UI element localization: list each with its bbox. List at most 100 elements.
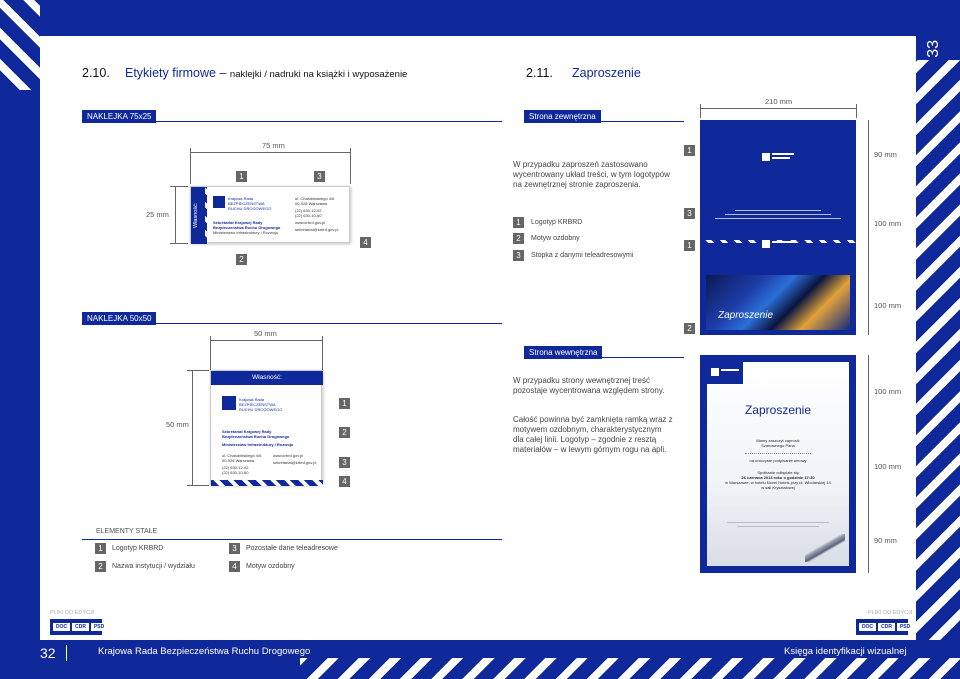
marker-3: 3 [684, 208, 695, 219]
rsvp-line [727, 522, 829, 523]
guest-line [745, 453, 811, 454]
sticker2-address: ul. Chałubińskiego 4/6 00-928 Warszawa (… [222, 453, 261, 475]
top-frame [0, 0, 960, 36]
pen-image [805, 534, 845, 562]
sticker1-contacts: ul. Chałubińskiego 4/6 00-928 Warszawa (… [295, 196, 338, 232]
legend-item: Logotyp KRBRD [531, 219, 583, 226]
dim-tick [322, 336, 323, 370]
outer-line [524, 121, 684, 122]
legend-num: 4 [229, 561, 240, 572]
inner-occasion: na uroczyste podpisanie umowy [749, 458, 807, 463]
psd-file-button[interactable]: PSD [896, 623, 914, 631]
sticker2-height-dim: 50 mm [166, 420, 189, 429]
legend-item: Motyw ozdobny [531, 235, 580, 242]
dim-tick [187, 485, 209, 486]
cdr-file-button[interactable]: CDR [72, 623, 89, 631]
legend-item: Pozostałe dane teleadresowe [246, 545, 338, 552]
address-line: 00-928 Warszawa [295, 201, 328, 206]
marker-1: 1 [339, 398, 350, 409]
legend-num: 2 [95, 561, 106, 572]
inner-title: Zaproszenie [744, 403, 812, 417]
krbrd-logo-icon [213, 196, 225, 208]
section-subtitle-left: naklejki / nadruki na książki i wyposaże… [229, 69, 408, 80]
legend-num: 1 [95, 543, 106, 554]
section-number-left: 2.10. [82, 66, 110, 80]
invitation-width-dim: 210 mm [765, 97, 793, 106]
footer-line [715, 218, 841, 219]
invitation-width-line [700, 108, 856, 109]
sticker2-ornament [211, 480, 323, 486]
sticker2-web: www.krbrd.gov.pl sekretariat@krbrd.gov.p… [273, 453, 316, 465]
sticker1-width-line [190, 152, 350, 153]
sticker-75x25: Własność: Krajowa Rada BEZPIECZEŃSTWA RU… [190, 186, 350, 244]
logo-text-mark [772, 153, 794, 155]
marker-1: 1 [684, 240, 695, 251]
www-line: www.krbrd.gov.pl [273, 453, 304, 458]
email-line: sekretariat@krbrd.gov.pl [273, 460, 317, 465]
marker-4: 4 [339, 476, 350, 487]
legend-item: Nazwa instytucji / wydziału [112, 563, 195, 570]
page-number-left: 32 [40, 645, 56, 661]
marker-1: 1 [684, 145, 695, 156]
legend-num: 3 [513, 250, 524, 261]
krbrd-logo-icon [711, 368, 719, 376]
footer-line [725, 214, 831, 215]
dim-tick [187, 370, 209, 371]
legend-title: ELEMENTY STAŁE [96, 528, 158, 535]
sticker2-unit: Sekretariat Krajowej Rady Bezpieczeństwa… [222, 429, 293, 447]
outer-height-line [868, 120, 869, 335]
outer-footer-mark [715, 200, 841, 222]
footer-line [735, 210, 821, 211]
logo-text-mark [772, 241, 794, 243]
org-line: RUCHU DROGOWEGO [239, 407, 283, 412]
legend-num: 3 [229, 543, 240, 554]
logo-text-mark [772, 157, 790, 159]
legend-item: Stopka z danymi teleadresowymi [531, 252, 634, 259]
cdr-file-button[interactable]: CDR [878, 623, 895, 631]
org-line: RUCHU DROGOWEGO [228, 206, 272, 211]
psd-file-button[interactable]: PSD [90, 623, 108, 631]
inner-line [524, 357, 684, 358]
doc-file-button[interactable]: DOC [859, 623, 877, 631]
sticker2-title: Własność: [252, 374, 282, 381]
legend-item: Motyw ozdobny [246, 563, 295, 570]
legend-num: 1 [513, 217, 524, 228]
invitation-outer: Zaproszenie [700, 120, 856, 335]
dim-tick [350, 148, 351, 184]
section-title-left: Etykiety firmowe – naklejki / nadruki na… [125, 66, 407, 80]
invite-line: Szanownego Pana [761, 443, 795, 448]
marker-3: 3 [314, 171, 325, 182]
inner-dim: 100 mm [874, 462, 902, 471]
email-line: sekretariat@krbrd.gov.pl [295, 227, 339, 232]
marker-2: 2 [684, 323, 695, 334]
inner-description-1: W przypadku strony wewnętrznej treść poz… [513, 376, 665, 395]
sticker2-width-line [210, 340, 322, 341]
sticker1-vertical-label: Własność: [193, 202, 199, 229]
fax-line: (22) 630-10-60 [295, 213, 322, 218]
sticker1-org: Krajowa Rada BEZPIECZEŃSTWA RUCHU DROGOW… [228, 196, 271, 211]
sticker2-line [82, 323, 502, 324]
sticker1-unit: Sekretariat Krajowej Rady Bezpieczeństwa… [213, 220, 280, 235]
legend-line [82, 539, 502, 540]
files-label-left: PLIKI DO EDYCJI [50, 610, 95, 616]
dim-tick [210, 336, 211, 370]
sticker-50x50: Własność: Krajowa Rada BEZPIECZEŃSTWA RU… [210, 370, 323, 486]
inner-details: Spotkanie odbędzie się 26 czerwca 2014 r… [707, 470, 849, 490]
ministry-line: Ministerstwo Infrastruktury i Rozwoju [213, 230, 279, 235]
inner-dim: 100 mm [874, 387, 902, 396]
outer-description: W przypadku zaproszeń zastosowano wycent… [513, 160, 670, 189]
sticker1-line [82, 121, 502, 122]
outer-dim: 90 mm [874, 150, 897, 159]
marker-3: 3 [339, 457, 350, 468]
files-box-left: DOC CDR PSD [50, 619, 108, 635]
cover-photo [706, 275, 850, 330]
address-line: 00-928 Warszawa [222, 458, 255, 463]
footer-org-name: Krajowa Rada Bezpieczeństwa Ruchu Drogow… [98, 646, 311, 657]
dim-tick [190, 148, 191, 184]
marker-2: 2 [236, 254, 247, 265]
section-title-left-main: Etykiety firmowe [125, 66, 216, 80]
inner-dim: 90 mm [874, 536, 897, 545]
doc-file-button[interactable]: DOC [53, 623, 71, 631]
unit-line: Bezpieczeństwa Ruchu Drogowego [222, 434, 290, 439]
outer-dim: 100 mm [874, 301, 902, 310]
